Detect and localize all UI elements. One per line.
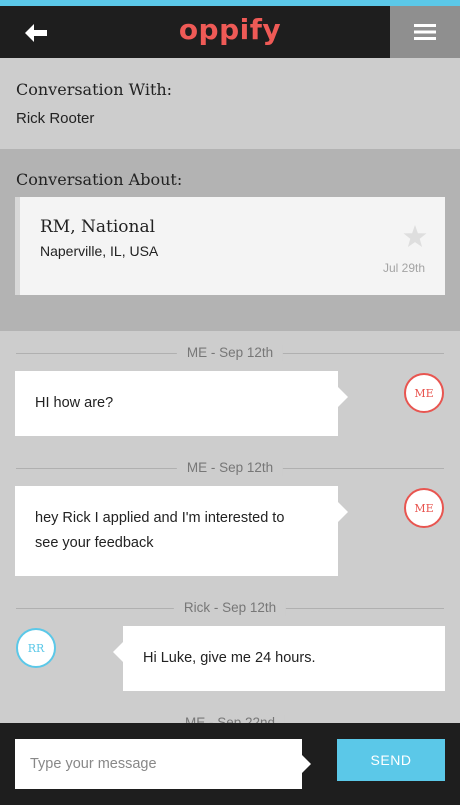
- message-bubble: HI how are?: [15, 371, 348, 436]
- message-text: HI how are?: [35, 395, 114, 411]
- menu-button[interactable]: [390, 6, 460, 58]
- hamburger-menu-icon: [414, 24, 436, 40]
- job-title: RM, National: [40, 217, 156, 237]
- send-button[interactable]: SEND: [337, 739, 445, 781]
- avatar: RR: [16, 628, 56, 668]
- message-date-separator: ME - Sep 22nd: [16, 715, 444, 723]
- conversation-about-title: Conversation About:: [16, 170, 183, 189]
- conversation-with-title: Conversation With:: [16, 80, 173, 99]
- input-pointer: [302, 755, 311, 773]
- message-input[interactable]: [15, 739, 302, 789]
- message-date-label: ME - Sep 12th: [176, 345, 284, 361]
- job-card[interactable]: RM, National Naperville, IL, USA Jul 29t…: [15, 197, 445, 295]
- avatar: ME: [404, 488, 444, 528]
- message-text-line: hey Rick I applied and I'm interested to: [35, 510, 285, 526]
- avatar: ME: [404, 373, 444, 413]
- job-location: Naperville, IL, USA: [40, 243, 159, 259]
- message-text: Hi Luke, give me 24 hours.: [143, 650, 316, 666]
- message-bubble: hey Rick I applied and I'm interested to…: [15, 486, 348, 576]
- message-date-separator: Rick - Sep 12th: [16, 600, 444, 616]
- message-date-label: Rick - Sep 12th: [173, 600, 287, 616]
- message-composer: SEND: [0, 723, 460, 805]
- app-header: oppify: [0, 6, 460, 58]
- message-date-separator: ME - Sep 12th: [16, 460, 444, 476]
- message-date-label: ME - Sep 22nd: [174, 715, 286, 723]
- job-date: Jul 29th: [382, 261, 425, 275]
- star-icon[interactable]: [403, 225, 427, 248]
- conversation-about-section: Conversation About: RM, National Napervi…: [0, 149, 460, 331]
- conversation-partner-name: Rick Rooter: [16, 110, 95, 127]
- message-thread[interactable]: ME - Sep 12th HI how are? ME ME - Sep 12…: [0, 331, 460, 723]
- message-date-label: ME - Sep 12th: [176, 460, 284, 476]
- message-text-line: see your feedback: [35, 535, 154, 551]
- message-date-separator: ME - Sep 12th: [16, 345, 444, 361]
- conversation-with-section: Conversation With: Rick Rooter: [0, 58, 460, 149]
- message-bubble: Hi Luke, give me 24 hours.: [113, 626, 445, 691]
